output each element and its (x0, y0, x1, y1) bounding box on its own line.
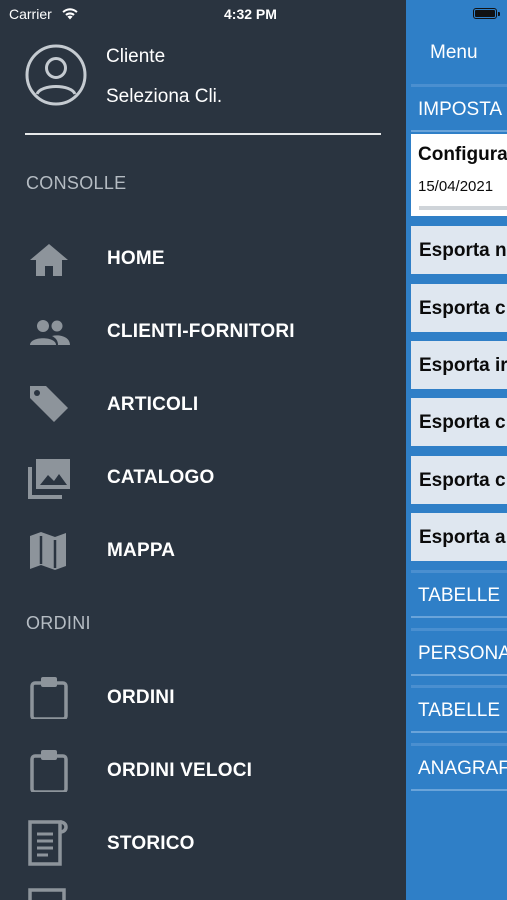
menu-item-label: CATALOGO (107, 467, 215, 488)
photo-library-icon (28, 459, 70, 499)
home-icon (30, 244, 68, 276)
profile-header[interactable]: Cliente Seleziona Cli. (25, 44, 385, 134)
menu-item-label: ORDINI (107, 687, 175, 708)
menu-item-home[interactable]: HOME (0, 230, 406, 286)
config-progress (419, 206, 507, 210)
side-drawer: Cliente Seleziona Cli. CONSOLLE HOME CLI… (0, 0, 406, 900)
clipboard-icon (30, 750, 68, 792)
row-esporta-5[interactable]: Esporta c (411, 456, 507, 506)
menu-item-label: CLIENTI-FORNITORI (107, 321, 295, 342)
wifi-icon (62, 8, 78, 20)
section-title-consolle: CONSOLLE (26, 173, 127, 193)
menu-item-label: HOME (107, 248, 165, 269)
menu-item-label: MAPPA (107, 540, 176, 561)
row-tabelle-1[interactable]: TABELLE (411, 570, 507, 618)
profile-subtitle: Seleziona Cli. (106, 86, 223, 107)
menu-item-articoli[interactable]: ARTICOLI (0, 376, 406, 432)
menu-item-catalogo[interactable]: CATALOGO (0, 449, 406, 505)
divider (25, 133, 381, 135)
menu-item-ordini[interactable]: ORDINI (0, 669, 406, 725)
clipboard-icon (30, 677, 68, 719)
tag-icon (30, 386, 68, 422)
config-date: 15/04/2021 (418, 178, 494, 195)
avatar-icon (25, 44, 87, 106)
row-esporta-3[interactable]: Esporta ir (411, 341, 507, 391)
battery-icon (473, 8, 500, 19)
document-icon (28, 820, 68, 866)
map-icon (30, 532, 66, 570)
partial-menu-icon (28, 888, 66, 900)
row-esporta-4[interactable]: Esporta c (411, 398, 507, 448)
menu-item-ordini-veloci[interactable]: ORDINI VELOCI (0, 742, 406, 798)
menu-item-storico[interactable]: STORICO (0, 815, 406, 871)
menu-item-label: ARTICOLI (107, 394, 199, 415)
profile-name: Cliente (106, 46, 166, 67)
row-personalizza[interactable]: PERSONA (411, 628, 507, 676)
section-title-ordini: ORDINI (26, 613, 91, 633)
row-impostazioni[interactable]: IMPOSTA (411, 84, 507, 132)
row-configurazione[interactable]: Configura 15/04/2021 (411, 134, 507, 216)
clock: 4:32 PM (224, 6, 277, 22)
row-esporta-1[interactable]: Esporta n (411, 226, 507, 276)
menu-item-clienti-fornitori[interactable]: CLIENTI-FORNITORI (0, 303, 406, 359)
row-anagrafiche[interactable]: ANAGRAF (411, 743, 507, 791)
row-esporta-2[interactable]: Esporta c (411, 284, 507, 334)
row-esporta-6[interactable]: Esporta a (411, 513, 507, 563)
main-title[interactable]: Menu (430, 42, 478, 64)
menu-item-label: STORICO (107, 833, 195, 854)
menu-item-label: ORDINI VELOCI (107, 760, 253, 781)
people-icon (30, 320, 70, 345)
row-tabelle-2[interactable]: TABELLE (411, 685, 507, 733)
main-panel: Menu IMPOSTA Configura 15/04/2021 Esport… (406, 0, 507, 900)
config-title: Configura (418, 144, 507, 165)
carrier-label: Carrier (9, 6, 52, 22)
menu-item-mappa[interactable]: MAPPA (0, 522, 406, 578)
status-bar: Carrier 4:32 PM (0, 0, 507, 28)
